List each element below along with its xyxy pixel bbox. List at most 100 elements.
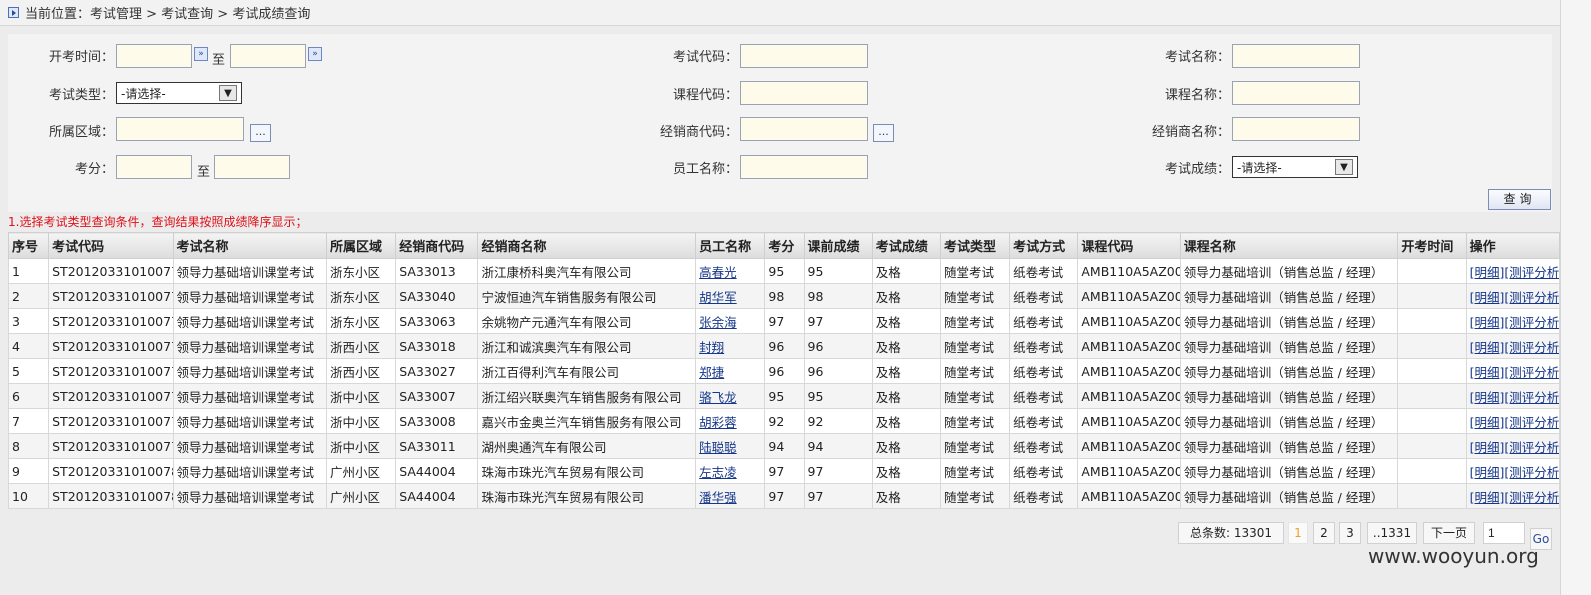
exam-type-select[interactable]: -请选择- ▼ xyxy=(116,82,242,104)
employee-link[interactable]: 陆聪聪 xyxy=(699,440,737,455)
action-links[interactable]: [明细][测评分析] xyxy=(1470,265,1559,280)
exam-result-select[interactable]: -请选择- ▼ xyxy=(1232,156,1358,178)
cell-col-employee-name: 张余海 xyxy=(695,308,766,334)
employee-name-label: 员工名称： xyxy=(672,162,738,177)
cell-col-actions: [明细][测评分析] xyxy=(1465,458,1561,484)
page-number-input[interactable] xyxy=(1483,522,1525,544)
action-links[interactable]: [明细][测评分析] xyxy=(1470,340,1559,355)
cell-col-exam-name: 领导力基础培训课堂考试 xyxy=(172,258,328,284)
dealer-name-input[interactable] xyxy=(1232,117,1360,141)
cell-col-score: 95 xyxy=(764,258,805,284)
cell-col-actions: [明细][测评分析] xyxy=(1465,433,1561,459)
header-col-exam-type: 考试类型 xyxy=(939,232,1011,259)
cell-col-dealer-name: 宁波恒迪汽车销售服务有限公司 xyxy=(477,283,697,309)
cell-col-region: 广州小区 xyxy=(325,483,397,509)
cell-col-score: 96 xyxy=(764,333,805,359)
employee-link[interactable]: 胡彩蓉 xyxy=(699,415,737,430)
cell-col-exam-type: 随堂考试 xyxy=(939,483,1011,509)
region-picker-button[interactable]: ... xyxy=(250,124,271,142)
header-col-actions: 操作 xyxy=(1465,232,1561,259)
employee-link[interactable]: 骆飞龙 xyxy=(699,390,737,405)
action-links[interactable]: [明细][测评分析] xyxy=(1470,290,1559,305)
score-max-input[interactable] xyxy=(214,155,290,179)
action-links[interactable]: [明细][测评分析] xyxy=(1470,415,1559,430)
action-links[interactable]: [明细][测评分析] xyxy=(1470,490,1559,505)
cell-col-course-name: 领导力基础培训（销售总监 / 经理） xyxy=(1179,483,1399,509)
cell-col-pre-score: 98 xyxy=(803,283,873,309)
score-min-input[interactable] xyxy=(116,155,192,179)
date-picker-start-button[interactable]: » xyxy=(194,47,208,61)
cell-col-score: 98 xyxy=(764,283,805,309)
cell-col-exam-name: 领导力基础培训课堂考试 xyxy=(172,458,328,484)
cell-col-employee-name: 骆飞龙 xyxy=(695,383,766,409)
employee-link[interactable]: 高春光 xyxy=(699,265,737,280)
action-links[interactable]: [明细][测评分析] xyxy=(1470,465,1559,480)
exam-name-input[interactable] xyxy=(1232,44,1360,68)
cell-col-result: 及格 xyxy=(871,483,941,509)
cell-col-exam-name: 领导力基础培训课堂考试 xyxy=(172,358,328,384)
cell-col-course-name: 领导力基础培训（销售总监 / 经理） xyxy=(1179,383,1399,409)
cell-col-result: 及格 xyxy=(871,383,941,409)
region-input[interactable] xyxy=(116,117,244,141)
cell-col-result: 及格 xyxy=(871,408,941,434)
cell-col-region: 浙西小区 xyxy=(325,333,397,359)
page-1[interactable]: 1 xyxy=(1288,522,1308,544)
page-last[interactable]: ..1331 xyxy=(1367,522,1417,544)
cell-col-employee-name: 潘华强 xyxy=(695,483,766,509)
cell-col-course-code: AMB110A5AZ00 xyxy=(1077,283,1181,309)
cell-col-exam-method: 纸卷考试 xyxy=(1009,483,1079,509)
action-links[interactable]: [明细][测评分析] xyxy=(1470,315,1559,330)
course-code-input[interactable] xyxy=(740,81,868,105)
next-page-button[interactable]: 下一页 xyxy=(1423,522,1475,544)
cell-col-actions: [明细][测评分析] xyxy=(1465,358,1561,384)
cell-col-employee-name: 左志凌 xyxy=(695,458,766,484)
scrollbar[interactable] xyxy=(1560,0,1591,595)
table-row: 9 ST20120331010078 领导力基础培训课堂考试 广州小区 SA44004 珠… xyxy=(7,458,1561,484)
cell-col-course-name: 领导力基础培训（销售总监 / 经理） xyxy=(1179,358,1399,384)
cell-col-exam-type: 随堂考试 xyxy=(939,258,1011,284)
dealer-picker-button[interactable]: ... xyxy=(873,124,894,142)
page-2[interactable]: 2 xyxy=(1313,522,1335,544)
cell-col-dealer-name: 湖州奥通汽车有限公司 xyxy=(477,433,697,459)
cell-col-exam-name: 领导力基础培训课堂考试 xyxy=(172,483,328,509)
cell-col-index: 8 xyxy=(7,433,50,459)
date-picker-end-button[interactable]: » xyxy=(308,47,322,61)
exam-time-start-input[interactable] xyxy=(116,44,192,68)
dealer-code-input[interactable] xyxy=(740,117,868,141)
query-button[interactable]: 查询 xyxy=(1488,189,1551,210)
employee-link[interactable]: 潘华强 xyxy=(699,490,737,505)
filter-panel: 开考时间： » 至 » 考试类型： -请选择- ▼ 所属区域： ... 考分： … xyxy=(8,34,1552,212)
action-links[interactable]: [明细][测评分析] xyxy=(1470,440,1559,455)
employee-name-input[interactable] xyxy=(740,155,868,179)
cell-col-course-code: AMB110A5AZ00 xyxy=(1077,483,1181,509)
page-3[interactable]: 3 xyxy=(1339,522,1361,544)
location-icon xyxy=(8,7,19,18)
header-col-dealer-code: 经销商代码 xyxy=(395,232,479,259)
employee-link[interactable]: 胡华军 xyxy=(699,290,737,305)
header-col-exam-method: 考试方式 xyxy=(1009,232,1079,259)
cell-col-dealer-code: SA33013 xyxy=(395,258,479,284)
table-row: 10 ST20120331010078 领导力基础培训课堂考试 广州小区 SA44004… xyxy=(7,483,1561,509)
cell-col-course-code: AMB110A5AZ00 xyxy=(1077,308,1181,334)
employee-link[interactable]: 郑捷 xyxy=(699,365,724,380)
cell-col-start-time xyxy=(1397,433,1467,459)
cell-col-dealer-code: SA33008 xyxy=(395,408,479,434)
employee-link[interactable]: 左志凌 xyxy=(699,465,737,480)
cell-col-index: 2 xyxy=(7,283,50,309)
employee-link[interactable]: 张余海 xyxy=(699,315,737,330)
exam-code-input[interactable] xyxy=(740,44,868,68)
cell-col-score: 95 xyxy=(764,383,805,409)
cell-col-result: 及格 xyxy=(871,283,941,309)
cell-col-course-code: AMB110A5AZ00 xyxy=(1077,333,1181,359)
action-links[interactable]: [明细][测评分析] xyxy=(1470,390,1559,405)
cell-col-pre-score: 95 xyxy=(803,258,873,284)
cell-col-exam-type: 随堂考试 xyxy=(939,283,1011,309)
breadcrumb-text: 当前位置：考试管理 > 考试查询 > 考试成绩查询 xyxy=(25,7,311,22)
exam-time-end-input[interactable] xyxy=(230,44,306,68)
course-code-label: 课程代码： xyxy=(672,88,738,103)
action-links[interactable]: [明细][测评分析] xyxy=(1470,365,1559,380)
course-name-input[interactable] xyxy=(1232,81,1360,105)
employee-link[interactable]: 封翔 xyxy=(699,340,724,355)
exam-result-label: 考试成绩： xyxy=(1164,162,1230,177)
header-col-exam-name: 考试名称 xyxy=(172,232,328,259)
